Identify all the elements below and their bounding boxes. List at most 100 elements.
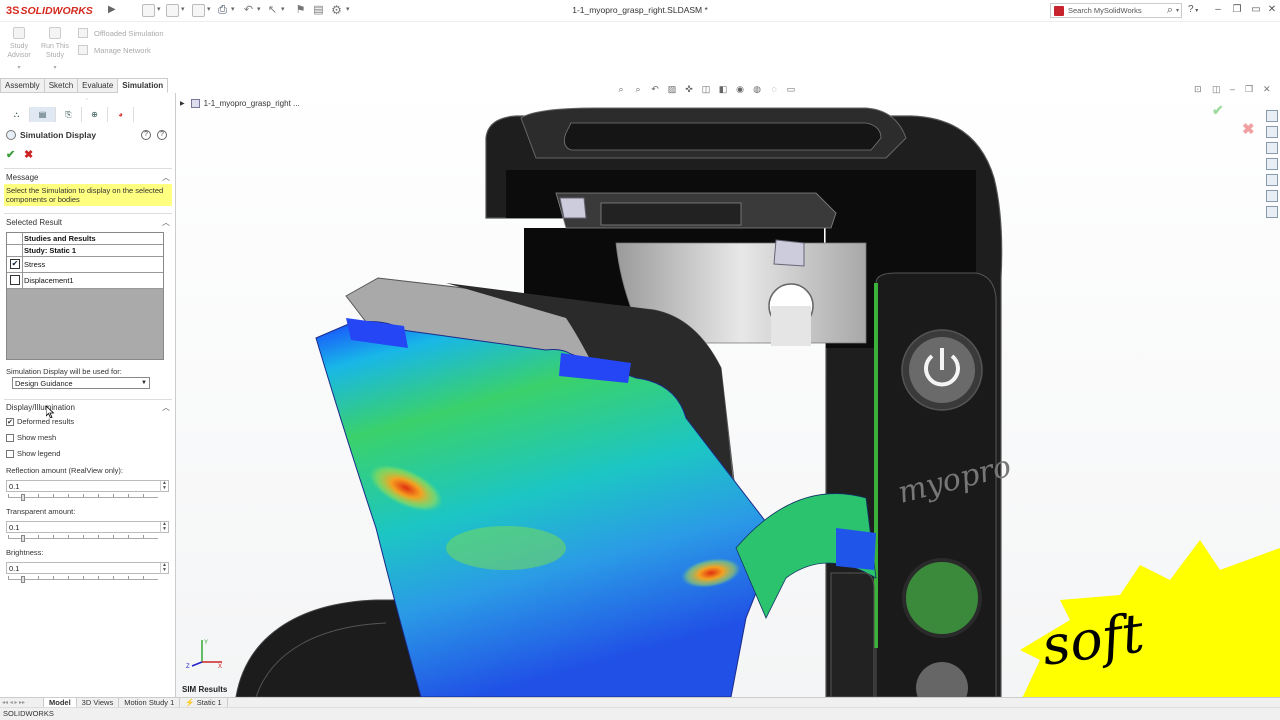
- solidworks-resources-icon[interactable]: [1266, 110, 1278, 122]
- tab-model[interactable]: Model: [44, 697, 77, 708]
- confirm-corner-check-icon[interactable]: ✔: [1212, 102, 1224, 119]
- dimxpert-manager-icon[interactable]: ⊕: [82, 107, 108, 122]
- print-icon[interactable]: ⎙: [216, 4, 229, 17]
- custom-properties-icon[interactable]: [1266, 190, 1278, 202]
- collapse-chevron-icon[interactable]: ︿: [162, 216, 170, 230]
- previous-view-icon[interactable]: ↶: [648, 83, 662, 95]
- result-row-displacement[interactable]: Displacement1: [7, 273, 163, 289]
- view-palette-icon[interactable]: [1266, 158, 1278, 170]
- viewport-close-icon[interactable]: ✕: [1263, 84, 1271, 95]
- restore-window-icon[interactable]: ❐: [1231, 4, 1243, 16]
- hide-show-items-icon[interactable]: ◉: [733, 83, 747, 95]
- show-mesh-option[interactable]: Show mesh: [6, 433, 56, 442]
- zoom-to-area-icon[interactable]: ⌕: [631, 83, 645, 95]
- new-dropdown-icon[interactable]: ▾: [157, 5, 161, 13]
- slider-knob[interactable]: [21, 494, 25, 501]
- options-gear-icon[interactable]: ⚙: [330, 4, 343, 17]
- used-for-select[interactable]: Design Guidance ▼: [12, 377, 150, 389]
- view-orientation-icon[interactable]: ◫: [699, 83, 713, 95]
- study-row[interactable]: Study: Static 1: [7, 245, 163, 257]
- selected-result-section-header[interactable]: Selected Result ︿: [0, 216, 176, 230]
- viewport-restore-icon[interactable]: ❐: [1245, 84, 1253, 95]
- expand-arrow-icon[interactable]: ▶: [180, 100, 185, 107]
- search-dropdown-icon[interactable]: ▾: [1176, 7, 1179, 14]
- panel-splitter-handle[interactable]: ⋅: [86, 96, 88, 103]
- display-section-header[interactable]: Display/Illumination ︿: [0, 401, 176, 415]
- result-row-stress[interactable]: ✔ Stress: [7, 257, 163, 273]
- section-view-icon[interactable]: ▨: [665, 83, 679, 95]
- save-icon[interactable]: [192, 4, 205, 17]
- ok-check-icon[interactable]: ✔: [6, 148, 15, 161]
- restore-alt-icon[interactable]: ▭: [1250, 4, 1262, 16]
- manage-network-button[interactable]: Manage Network: [78, 45, 151, 55]
- search-mysolidworks[interactable]: Search MySolidWorks ⌕ ▾: [1050, 3, 1182, 18]
- file-explorer-icon[interactable]: [1266, 142, 1278, 154]
- tab-motion-study[interactable]: Motion Study 1: [119, 697, 181, 708]
- help-button[interactable]: ? ▾: [1188, 4, 1198, 15]
- tab-evaluate[interactable]: Evaluate: [78, 78, 119, 93]
- tab-3d-views[interactable]: 3D Views: [77, 697, 120, 708]
- view-settings-icon[interactable]: ▭: [784, 83, 798, 95]
- search-icon[interactable]: ⌕: [1167, 4, 1173, 17]
- display-style-icon[interactable]: ◧: [716, 83, 730, 95]
- offloaded-simulation-button[interactable]: Offloaded Simulation: [78, 28, 164, 38]
- open-dropdown-icon[interactable]: ▾: [181, 5, 185, 13]
- transparent-input[interactable]: 0.1 ▲ ▼: [6, 521, 169, 533]
- help-icon[interactable]: ?: [157, 130, 167, 140]
- collapse-chevron-icon[interactable]: ︿: [162, 401, 170, 415]
- options-dropdown-icon[interactable]: ▾: [346, 5, 350, 13]
- undo-dropdown-icon[interactable]: ▾: [257, 5, 261, 13]
- tab-sketch[interactable]: Sketch: [44, 78, 79, 93]
- slider-knob[interactable]: [21, 576, 25, 583]
- message-section-header[interactable]: Message ︿: [0, 171, 176, 185]
- displacement-checkbox[interactable]: [10, 275, 20, 285]
- reflection-input[interactable]: 0.1 ▲ ▼: [6, 480, 169, 492]
- confirm-corner-cancel-icon[interactable]: ✖: [1242, 120, 1255, 138]
- green-button[interactable]: [902, 558, 982, 638]
- deformed-results-checkbox[interactable]: ✔: [6, 417, 14, 426]
- save-dropdown-icon[interactable]: ▾: [207, 5, 211, 13]
- run-study-button[interactable]: Run This Study ▾: [37, 27, 73, 73]
- appearances-icon[interactable]: [1266, 174, 1278, 186]
- display-manager-icon[interactable]: ◕: [108, 107, 134, 122]
- cancel-x-icon[interactable]: ✖: [24, 148, 33, 161]
- property-manager-icon[interactable]: ▤: [30, 107, 56, 122]
- transparent-slider[interactable]: [8, 535, 158, 542]
- viewport-tile-icon[interactable]: ⊡: [1194, 84, 1202, 95]
- spinner-arrows-icon[interactable]: ▲ ▼: [160, 563, 168, 574]
- show-mesh-checkbox[interactable]: [6, 433, 14, 442]
- brightness-input[interactable]: 0.1 ▲ ▼: [6, 562, 169, 574]
- select-icon[interactable]: ↖: [266, 4, 279, 17]
- close-window-icon[interactable]: ✕: [1266, 4, 1278, 16]
- viewport-split-icon[interactable]: ◫: [1212, 84, 1221, 95]
- brightness-slider[interactable]: [8, 576, 158, 583]
- search-placeholder[interactable]: Search MySolidWorks: [1068, 6, 1167, 15]
- tab-scroll-arrows[interactable]: ◂◂ ◂ ▸ ▸▸: [0, 697, 44, 708]
- feature-manager-icon[interactable]: ⛬: [4, 107, 30, 122]
- show-legend-checkbox[interactable]: [6, 449, 14, 458]
- show-legend-option[interactable]: Show legend: [6, 449, 60, 458]
- file-properties-icon[interactable]: ▤: [312, 4, 325, 17]
- viewport-minimize-icon[interactable]: –: [1230, 84, 1235, 94]
- slider-knob[interactable]: [21, 535, 25, 542]
- new-document-icon[interactable]: [142, 4, 155, 17]
- feature-tree-flyout[interactable]: ▶ 1-1_myopro_grasp_right ...: [180, 99, 300, 108]
- whats-wrong-icon[interactable]: ?: [141, 130, 151, 140]
- solidworks-logo[interactable]: 3S SOLIDWORKS: [0, 0, 108, 22]
- tab-simulation[interactable]: Simulation: [118, 78, 169, 93]
- print-dropdown-icon[interactable]: ▾: [231, 5, 235, 13]
- tab-static-study[interactable]: ⚡ Static 1: [180, 697, 228, 708]
- dynamic-annotation-icon[interactable]: ✜: [682, 83, 696, 95]
- zoom-to-fit-icon[interactable]: ⌕: [614, 83, 628, 95]
- menu-expand-arrow-icon[interactable]: ▶: [108, 4, 116, 15]
- open-document-icon[interactable]: [166, 4, 179, 17]
- tab-assembly[interactable]: Assembly: [0, 78, 45, 93]
- spinner-arrows-icon[interactable]: ▲ ▼: [160, 522, 168, 533]
- deformed-results-option[interactable]: ✔ Deformed results: [6, 417, 74, 426]
- undo-icon[interactable]: ↶: [242, 4, 255, 17]
- select-dropdown-icon[interactable]: ▾: [281, 5, 285, 13]
- stress-checkbox[interactable]: ✔: [10, 259, 20, 269]
- spinner-arrows-icon[interactable]: ▲ ▼: [160, 481, 168, 492]
- rebuild-icon[interactable]: ⚑: [294, 4, 307, 17]
- minimize-window-icon[interactable]: –: [1212, 4, 1224, 16]
